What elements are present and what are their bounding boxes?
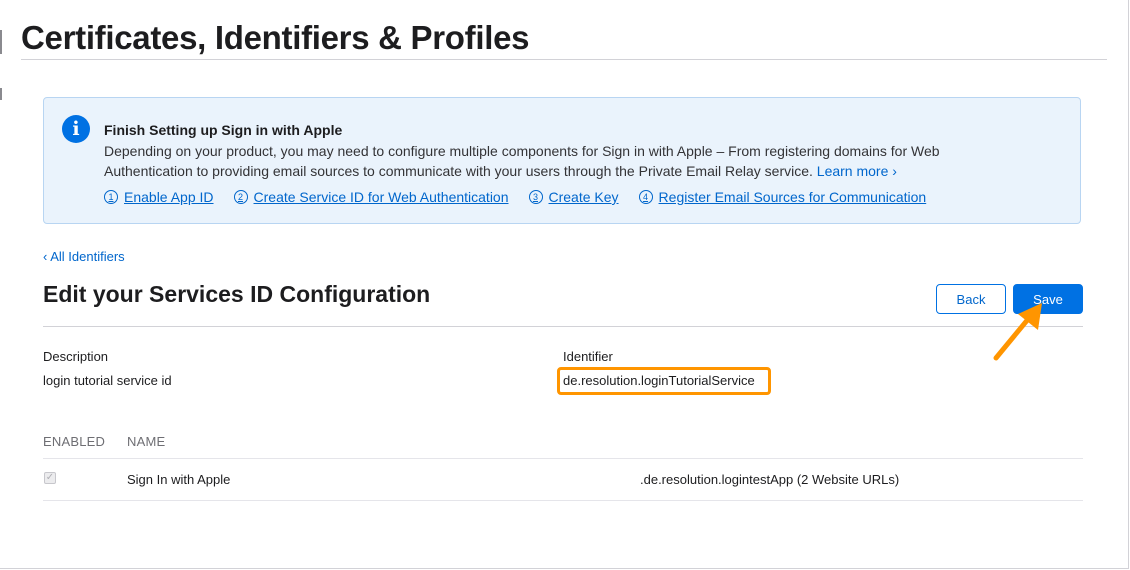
identifier-label: Identifier	[563, 349, 613, 364]
description-value: login tutorial service id	[43, 373, 172, 388]
capability-name: Sign In with Apple	[127, 472, 231, 487]
capability-detail: .de.resolution.logintestApp (2 Website U…	[640, 472, 900, 487]
section-title: Edit your Services ID Configuration	[43, 281, 431, 307]
step-label: Enable App ID	[124, 189, 214, 205]
divider	[43, 326, 1083, 327]
banner-body: Depending on your product, you may need …	[104, 141, 964, 181]
enabled-checkbox[interactable]: ✓	[44, 472, 56, 484]
step-number-icon: 2	[233, 190, 248, 204]
enabled-column-header: ENABLED	[43, 434, 106, 449]
info-banner: i Finish Setting up Sign in with Apple D…	[43, 97, 1081, 224]
step-number-icon: 1	[104, 190, 118, 204]
step-create-service-id[interactable]: 2 Create Service ID for Web Authenticati…	[233, 189, 509, 205]
step-create-key[interactable]: 3 Create Key	[528, 189, 619, 205]
table-row-divider	[43, 500, 1083, 501]
identifier-highlight-box	[557, 367, 771, 395]
page-title: Certificates, Identifiers & Profiles	[21, 19, 530, 56]
step-label: Create Key	[548, 189, 619, 205]
divider	[21, 59, 1107, 60]
step-label: Register Email Sources for Communication	[658, 189, 927, 205]
step-enable-app-id[interactable]: 1 Enable App ID	[104, 189, 214, 205]
description-label: Description	[43, 349, 109, 364]
step-label: Create Service ID for Web Authentication	[253, 189, 509, 205]
window-edge	[0, 88, 2, 100]
step-register-email-sources[interactable]: 4 Register Email Sources for Communicati…	[638, 189, 927, 205]
info-icon: i	[62, 115, 90, 143]
name-column-header: NAME	[127, 434, 166, 449]
banner-heading: Finish Setting up Sign in with Apple	[104, 122, 343, 138]
learn-more-link[interactable]: Learn more ›	[817, 163, 897, 179]
all-identifiers-link[interactable]: ‹ All Identifiers	[43, 249, 125, 264]
step-number-icon: 4	[638, 190, 653, 204]
arrow-up-right-icon	[993, 303, 1042, 361]
setup-steps: 1 Enable App ID 2 Create Service ID for …	[104, 189, 946, 205]
banner-body-text: Depending on your product, you may need …	[104, 143, 940, 179]
window-edge	[0, 30, 2, 54]
table-row-divider	[43, 458, 1083, 459]
step-number-icon: 3	[528, 190, 543, 204]
